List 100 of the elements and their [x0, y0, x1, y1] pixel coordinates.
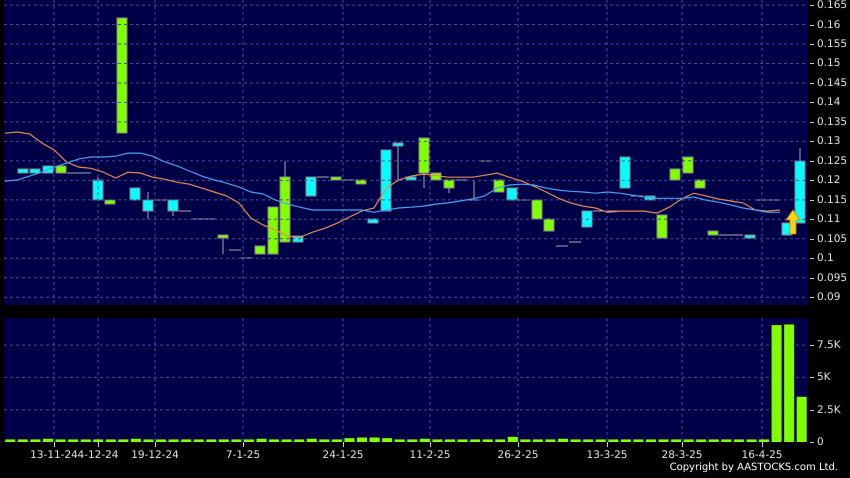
volume-bar: [596, 439, 606, 442]
volume-bar: [407, 439, 418, 442]
volume-bar: [570, 439, 581, 442]
volume-bar: [269, 439, 280, 442]
volume-bar: [759, 439, 770, 442]
volume-bar: [734, 439, 744, 442]
y-axis-label: 0.16: [809, 18, 840, 31]
volume-bar: [42, 438, 53, 442]
x-axis-label: 26-2-25: [498, 449, 538, 461]
y-axis-label: 0.12: [809, 174, 840, 186]
x-axis-label: 13-11-24: [30, 449, 78, 461]
candlestick: [694, 180, 706, 188]
volume-bar: [244, 439, 254, 442]
volume-bar: [432, 439, 442, 442]
volume-bar: [545, 439, 556, 442]
volume-bar: [420, 438, 430, 442]
volume-bar: [332, 439, 342, 442]
y-axis-label: 0.09: [809, 291, 840, 304]
volume-bar: [118, 439, 128, 442]
volume-bar: [18, 439, 28, 442]
volume-bar: [508, 436, 518, 442]
y-axis-label: 0.13: [809, 135, 840, 148]
volume-bar: [671, 439, 682, 442]
volume-bar: [344, 438, 354, 442]
candlestick: [656, 214, 668, 238]
volume-bar: [194, 439, 204, 442]
x-axis-label: 4-12-24: [78, 449, 118, 461]
volume-bar: [796, 396, 807, 442]
volume-bar: [520, 439, 530, 442]
volume-bar: [658, 439, 669, 442]
volume-bar: [558, 438, 568, 442]
volume-bar: [444, 439, 455, 442]
y-axis-label: 0.105: [809, 232, 848, 245]
volume-bar: [282, 439, 292, 442]
volume-bar: [620, 439, 631, 442]
volume-bar: [231, 439, 242, 442]
y-axis-label: 2.5K: [809, 404, 841, 416]
volume-bar: [684, 439, 694, 442]
y-axis-label: 0.125: [809, 154, 848, 167]
volume-bar: [608, 439, 618, 442]
up-arrow-icon: [785, 209, 801, 234]
volume-bar: [633, 439, 644, 442]
volume-bar: [56, 439, 66, 442]
volume-bar: [721, 439, 732, 442]
volume-bar: [458, 439, 468, 442]
volume-bar: [68, 439, 78, 442]
volume-bar: [370, 437, 380, 442]
volume-bar: [646, 439, 656, 442]
x-axis-label: 11-2-25: [410, 449, 450, 461]
y-axis-label: 0.165: [809, 0, 848, 12]
volume-bar: [357, 437, 368, 442]
volume-bar: [93, 439, 104, 442]
volume-bar: [532, 439, 543, 442]
y-axis-label: 5K: [809, 371, 831, 384]
volume-bar: [30, 439, 40, 442]
y-axis-label: 0.1: [809, 252, 834, 264]
volume-bar: [746, 439, 756, 442]
y-axis-label: 0.115: [809, 194, 848, 206]
y-axis-label: 0.155: [809, 38, 848, 50]
volume-bar: [80, 439, 91, 442]
volume-bar: [696, 439, 706, 442]
y-axis-label: 0.14: [809, 96, 840, 108]
volume-bar: [206, 439, 216, 442]
x-axis-label: 28-3-25: [662, 449, 702, 461]
candlestick: [130, 188, 140, 200]
y-axis-label: 0.11: [809, 213, 840, 226]
volume-bar: [470, 439, 480, 442]
volume-bar: [382, 438, 392, 442]
volume-bar: [143, 439, 154, 442]
volume-bar: [495, 439, 506, 442]
volume-bar: [5, 439, 16, 442]
candlestick: [368, 218, 378, 224]
volume-bar: [256, 438, 267, 442]
volume-bar: [168, 439, 179, 442]
volume-bar: [218, 439, 229, 442]
volume-bar: [130, 438, 141, 442]
volume-bar: [394, 439, 405, 442]
x-axis-label: 16-4-25: [742, 449, 782, 461]
candlestick: [682, 156, 694, 174]
candlestick: [670, 168, 680, 180]
y-axis-label: 0: [809, 436, 824, 448]
y-axis-label: 0.135: [809, 116, 848, 128]
volume-bar: [482, 439, 493, 442]
volume-bar: [106, 439, 116, 442]
copyright-text: Copyright by AASTOCKS.com Ltd.: [670, 462, 838, 473]
y-axis-label: 0.15: [809, 57, 840, 70]
x-axis-label: 19-12-24: [131, 449, 179, 461]
volume-bar: [156, 439, 166, 442]
volume-bar: [708, 439, 719, 442]
x-axis-label: 24-1-25: [322, 449, 364, 461]
volume-bar: [294, 439, 304, 442]
volume-bar: [583, 439, 594, 442]
y-axis-label: 0.095: [809, 272, 848, 284]
candlestick: [620, 156, 630, 188]
y-axis-label: 0.145: [809, 76, 848, 89]
y-axis-label: 7.5K: [809, 339, 841, 352]
x-axis-label: 13-3-25: [586, 449, 628, 461]
x-axis-label: 7-1-25: [226, 449, 260, 461]
volume-bar: [306, 438, 317, 442]
volume-bar: [181, 439, 192, 442]
